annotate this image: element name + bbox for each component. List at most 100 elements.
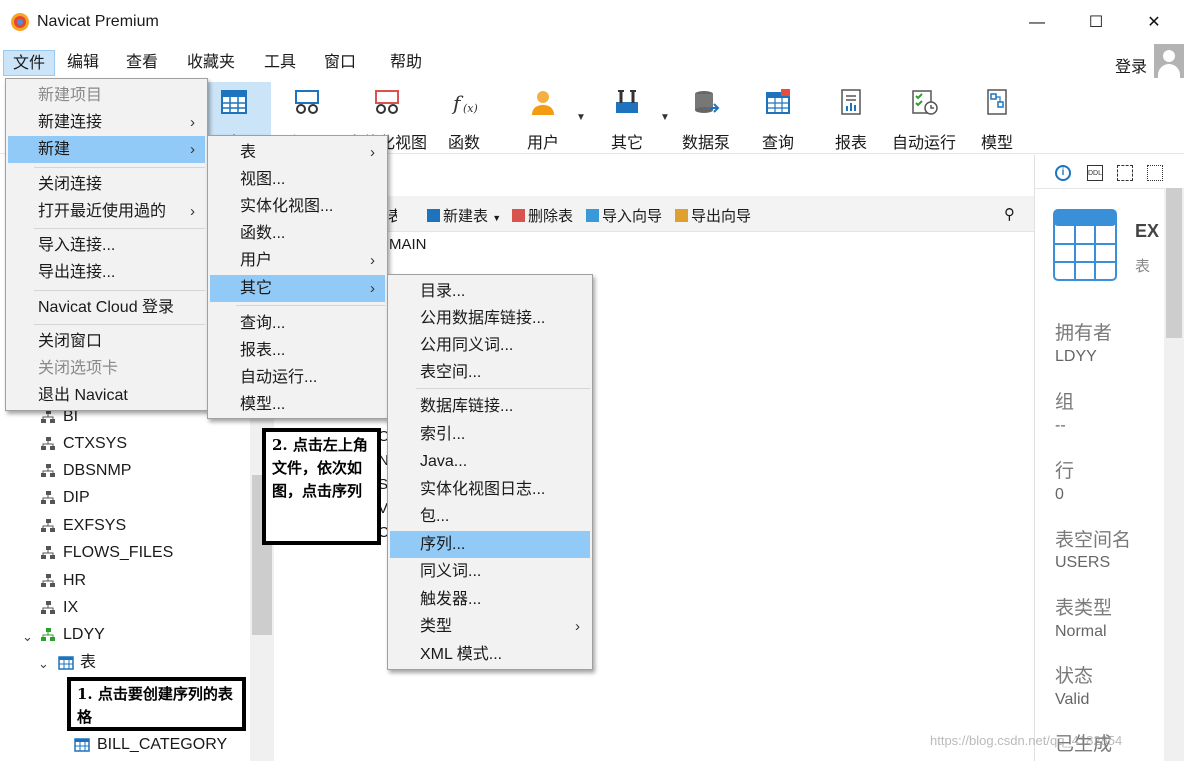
minimize-button[interactable]: — — [1014, 8, 1060, 38]
submenu-new-other[interactable]: 其它 › — [210, 275, 385, 302]
schema-icon — [41, 601, 55, 614]
delete-table-button[interactable]: 删除表 — [512, 205, 573, 226]
toolbar-data-pump-button[interactable]: 数据泵 — [674, 82, 738, 152]
chevron-right-icon: › — [370, 280, 375, 297]
menu-tools[interactable]: 工具 — [255, 50, 305, 76]
submenu-new-view[interactable]: 视图... — [210, 166, 385, 193]
annotation-step-2: 2. 点击左上角文件，依次如图，点击序列 — [262, 428, 381, 545]
search-icon[interactable]: ⚲ — [1004, 205, 1015, 223]
new-table-icon — [427, 209, 440, 222]
schema-icon — [41, 437, 55, 450]
toolbar-label: 模型 — [980, 135, 1013, 152]
menu-close-window[interactable]: 关闭窗口 — [8, 328, 205, 355]
submenu-xml-schema[interactable]: XML 模式... — [390, 641, 590, 668]
menu-favorites[interactable]: 收藏夹 — [178, 50, 244, 76]
schema-label: HR — [63, 572, 87, 589]
submenu-new-table[interactable]: 表 › — [210, 139, 385, 166]
submenu-synonym[interactable]: 同义词... — [390, 558, 590, 585]
submenu-new-automation[interactable]: 自动运行... — [210, 364, 385, 391]
menu-separator — [34, 228, 205, 229]
menu-export-connections[interactable]: 导出连接... — [8, 259, 205, 286]
user-dropdown-icon[interactable]: ▼ — [576, 112, 586, 123]
toolbar-label: 自动运行 — [891, 135, 956, 152]
submenu-public-db-link[interactable]: 公用数据库链接... — [390, 305, 590, 332]
menu-close-tab[interactable]: 关闭选项卡 — [8, 355, 205, 382]
toolbar-label: 函数 — [447, 135, 480, 152]
submenu-tablespace[interactable]: 表空间... — [390, 359, 590, 386]
submenu-new-report[interactable]: 报表... — [210, 337, 385, 364]
rows-label: 行 — [1055, 461, 1075, 482]
submenu-package[interactable]: 包... — [390, 503, 590, 530]
menu-new[interactable]: 新建 › — [8, 136, 205, 163]
submenu-materialized-view-log[interactable]: 实体化视图日志... — [390, 476, 590, 503]
toolbar-other-button[interactable]: 其它 — [594, 82, 660, 152]
menu-new-project[interactable]: 新建项目 — [8, 82, 205, 109]
chevron-down-icon[interactable]: ⌄ — [22, 629, 33, 645]
dependency-icon[interactable] — [1117, 165, 1133, 181]
info-scrollbar[interactable] — [1164, 188, 1184, 761]
close-button[interactable]: ✕ — [1131, 8, 1177, 38]
submenu-directory[interactable]: 目录... — [390, 278, 590, 305]
report-icon — [841, 89, 861, 115]
ddl-icon[interactable]: DDL — [1087, 165, 1103, 181]
menu-exit[interactable]: 退出 Navicat — [8, 382, 205, 409]
toolbar-report-button[interactable]: 报表 — [826, 82, 876, 152]
schema-label: DBSNMP — [63, 462, 132, 479]
toolbar-user-button[interactable]: 用户 — [510, 82, 576, 152]
chevron-down-icon[interactable]: ⌄ — [38, 656, 49, 672]
menu-item-label: 用户 — [240, 252, 273, 269]
layout-icon[interactable] — [1147, 165, 1163, 181]
submenu-index[interactable]: 索引... — [390, 421, 590, 448]
menu-import-connections[interactable]: 导入连接... — [8, 232, 205, 259]
design-table-button[interactable]: 设计表 — [388, 205, 397, 226]
info-panel-tabs: i DDL — [1035, 155, 1184, 189]
menu-cloud-login[interactable]: Navicat Cloud 登录 — [8, 294, 205, 321]
status-label: 状态 — [1055, 666, 1094, 687]
toolbar-query-button[interactable]: 查询 — [752, 82, 804, 152]
submenu-new-query[interactable]: 查询... — [210, 310, 385, 337]
info-icon[interactable]: i — [1055, 165, 1071, 181]
toolbar-automation-button[interactable]: 自动运行 — [888, 82, 960, 152]
menu-close-connection[interactable]: 关闭连接 — [8, 171, 205, 198]
database-icon — [695, 91, 720, 113]
other-dropdown-icon[interactable]: ▼ — [660, 112, 670, 123]
menu-new-connection[interactable]: 新建连接 › — [8, 109, 205, 136]
export-wizard-button[interactable]: 导出向导 — [675, 205, 751, 226]
object-list-item[interactable]: MAIN — [389, 236, 427, 253]
menu-edit[interactable]: 编辑 — [58, 50, 108, 76]
chevron-right-icon: › — [190, 141, 195, 158]
svg-text:(x): (x) — [463, 102, 478, 115]
file-menu: 新建项目 新建连接 › 新建 › 关闭连接 打开最近使用過的 › 导入连接... 导出… — [5, 78, 208, 411]
chevron-right-icon: › — [370, 144, 375, 161]
login-link[interactable]: 登录 — [1115, 53, 1147, 77]
submenu-db-link[interactable]: 数据库链接... — [390, 393, 590, 420]
info-title: EX — [1135, 221, 1160, 241]
schema-icon — [41, 464, 55, 477]
import-wizard-button[interactable]: 导入向导 — [586, 205, 662, 226]
menu-view[interactable]: 查看 — [117, 50, 167, 76]
menu-item-label: 其它 — [240, 280, 273, 297]
submenu-new-materialized-view[interactable]: 实体化视图... — [210, 193, 385, 220]
submenu-java[interactable]: Java... — [390, 448, 590, 475]
submenu-new-function[interactable]: 函数... — [210, 220, 385, 247]
toolbar-model-button[interactable]: 模型 — [970, 82, 1024, 152]
submenu-sequence[interactable]: 序列... — [390, 531, 590, 558]
schema-label: DIP — [63, 489, 90, 506]
submenu-trigger[interactable]: 触发器... — [390, 586, 590, 613]
submenu-type[interactable]: 类型 › — [390, 613, 590, 640]
submenu-new-user[interactable]: 用户 › — [210, 247, 385, 274]
toolbar-function-button[interactable]: f (x) 函数 — [433, 82, 495, 152]
submenu-public-synonym[interactable]: 公用同义词... — [390, 332, 590, 359]
toolbar-label: 查询 — [761, 135, 794, 152]
menu-window[interactable]: 窗口 — [315, 50, 365, 76]
scrollbar-thumb[interactable] — [1166, 188, 1182, 338]
new-table-button[interactable]: 新建表 ▼ — [427, 205, 501, 226]
menu-file[interactable]: 文件 — [3, 50, 56, 76]
avatar-icon[interactable] — [1154, 44, 1184, 78]
menu-help[interactable]: 帮助 — [381, 50, 431, 76]
schema-label: CTXSYS — [63, 435, 128, 452]
menu-open-recent[interactable]: 打开最近使用過的 › — [8, 198, 205, 225]
submenu-new-model[interactable]: 模型... — [210, 391, 385, 418]
chevron-right-icon: › — [575, 618, 580, 635]
maximize-button[interactable]: ☐ — [1073, 8, 1119, 38]
